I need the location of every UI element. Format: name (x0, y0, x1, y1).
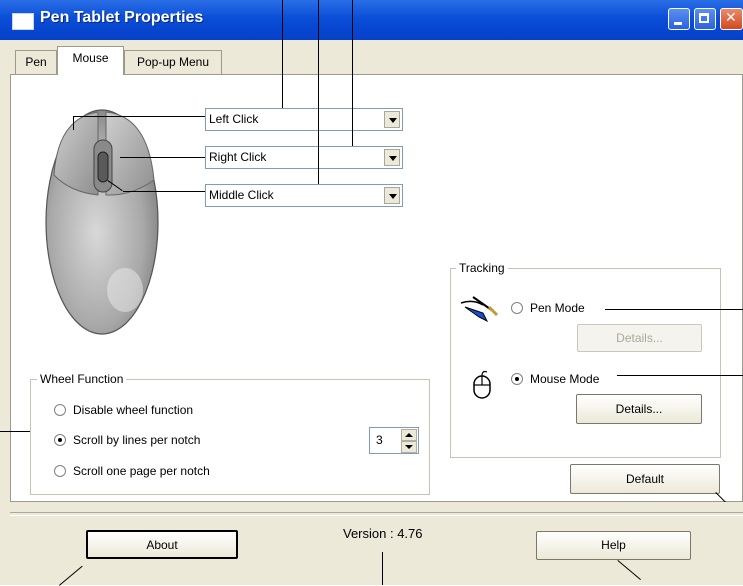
tab-popup-menu[interactable]: Pop-up Menu (124, 50, 222, 74)
wheel-function-label: Wheel Function (37, 372, 127, 386)
close-button[interactable] (720, 8, 743, 30)
mouse-illustration (45, 109, 159, 335)
radio-disable-wheel[interactable] (54, 404, 66, 416)
left-button-value: Left Click (209, 112, 259, 126)
stepper-up-icon[interactable] (401, 429, 417, 441)
radio-scroll-lines[interactable] (54, 434, 66, 446)
mouse-mode-label[interactable]: Mouse Mode (530, 372, 599, 386)
title-bar[interactable]: Pen Tablet Properties (0, 0, 743, 40)
lines-per-notch-value: 3 (376, 433, 383, 447)
radio-mouse-mode[interactable] (511, 373, 523, 385)
radio-pen-mode[interactable] (511, 302, 523, 314)
chevron-down-icon[interactable] (384, 111, 400, 128)
callout-left-line (73, 116, 206, 117)
annotation-line-middle-click (318, 0, 319, 184)
stepper-down-icon[interactable] (401, 441, 417, 453)
mouse-mode-details-button[interactable]: Details... (576, 394, 702, 424)
scroll-lines-label[interactable]: Scroll by lines per notch (73, 433, 200, 447)
annotation-line-wheel (0, 431, 30, 432)
dialog-window: Pen Tablet Properties Pen Mouse Pop-up M… (0, 0, 743, 586)
annotation-line-pen-mode (605, 309, 743, 310)
radio-scroll-page[interactable] (54, 465, 66, 477)
scroll-page-label[interactable]: Scroll one page per notch (73, 464, 210, 478)
chevron-down-icon[interactable] (384, 187, 400, 204)
left-button-dropdown[interactable]: Left Click (205, 108, 403, 131)
middle-button-dropdown[interactable]: Middle Click (205, 184, 403, 207)
lines-per-notch-stepper[interactable]: 3 (369, 427, 419, 454)
annotation-line-mouse-mode (617, 375, 743, 376)
footer-separator (10, 512, 743, 516)
tab-pen[interactable]: Pen (15, 50, 57, 74)
version-label: Version : 4.76 (343, 526, 423, 541)
window-icon (12, 13, 34, 30)
callout-left-line-v (73, 116, 74, 130)
minimize-button[interactable] (668, 8, 690, 30)
chevron-down-icon[interactable] (384, 149, 400, 166)
middle-button-value: Middle Click (209, 188, 274, 202)
default-button[interactable]: Default (570, 464, 720, 494)
annotation-line-version (382, 552, 383, 585)
callout-right-line (120, 157, 206, 158)
disable-wheel-label[interactable]: Disable wheel function (73, 403, 193, 417)
annotation-line-left-click (282, 0, 283, 108)
pen-icon (460, 296, 499, 323)
right-button-value: Right Click (209, 150, 267, 164)
pen-mode-label[interactable]: Pen Mode (530, 301, 585, 315)
maximize-button[interactable] (694, 8, 716, 30)
pen-mode-details-button[interactable]: Details... (577, 324, 702, 352)
tab-mouse[interactable]: Mouse (57, 46, 124, 75)
about-button[interactable]: About (86, 530, 238, 559)
callout-middle-line-b (123, 191, 206, 192)
annotation-line-right-click (352, 0, 353, 146)
window-title: Pen Tablet Properties (40, 9, 204, 26)
right-button-dropdown[interactable]: Right Click (205, 146, 403, 169)
mouse-mode-icon (473, 370, 491, 399)
tracking-label: Tracking (456, 261, 508, 275)
help-button[interactable]: Help (536, 531, 691, 560)
